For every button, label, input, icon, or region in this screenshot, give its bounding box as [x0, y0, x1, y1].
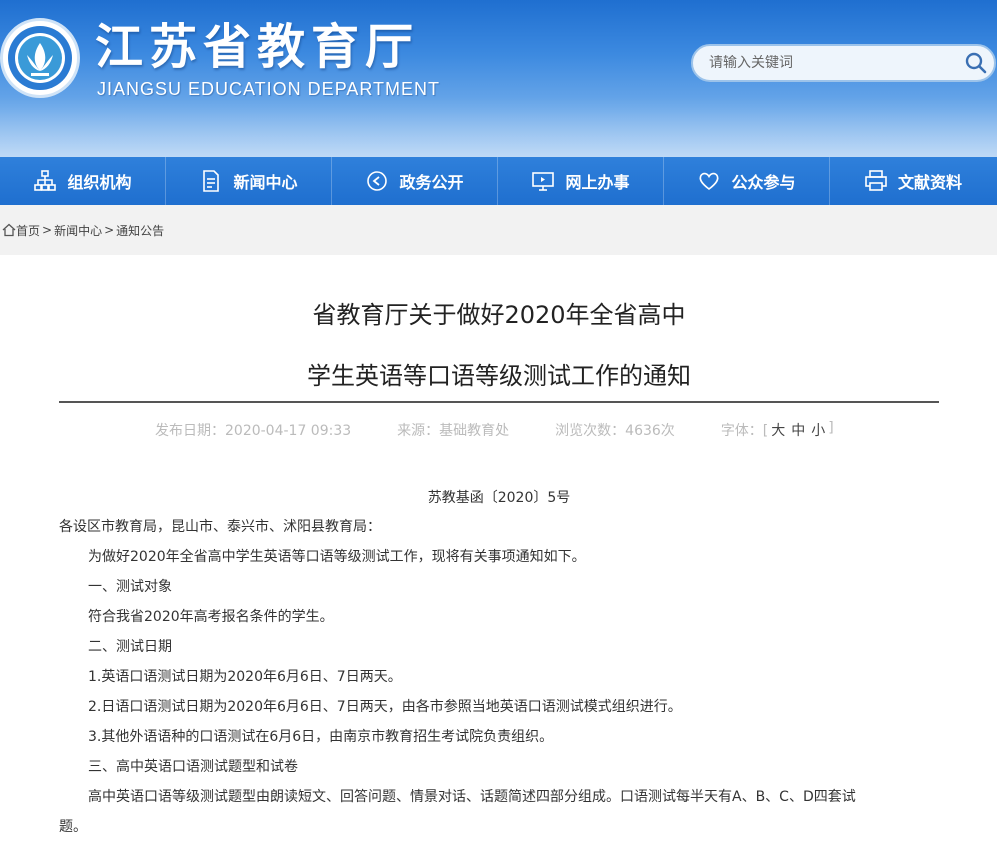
article-body: 各设区市教育局，昆山市、泰兴市、沭阳县教育局： 为做好2020年全省高中学生英语… [59, 512, 939, 842]
nav-label: 网上办事 [565, 173, 630, 192]
body-paragraph: 1.英语口语测试日期为2020年6月6日、7日两天。 [88, 669, 402, 685]
breadcrumb-notice[interactable]: 通知公告 [116, 222, 164, 239]
nav-label: 政务公开 [399, 173, 464, 192]
font-size-large-button[interactable]: 大 [768, 420, 788, 440]
breadcrumb-separator: > [42, 223, 53, 237]
document-icon [199, 169, 223, 193]
article-title-line2: 学生英语等口语等级测试工作的通知 [307, 362, 691, 390]
nav-label: 公众参与 [731, 173, 796, 192]
nav-item-online-services[interactable]: 网上办事 [498, 157, 664, 205]
printer-icon [864, 169, 888, 193]
article-title-line1: 省教育厅关于做好2020年全省高中 [312, 301, 686, 329]
nav-item-literature[interactable]: 文献资料 [830, 157, 996, 205]
logo-emblem-icon[interactable] [0, 18, 80, 98]
breadcrumb-home[interactable]: 首页 [16, 222, 40, 239]
search-icon [965, 52, 987, 74]
breadcrumb: 首页 > 新闻中心 > 通知公告 [0, 205, 997, 255]
main-nav: 组织机构 新闻中心 政务公开 网上办事 公众参与 文献资料 [0, 157, 997, 205]
meta-font-label: 字体：[ [720, 423, 769, 439]
nav-item-government-affairs[interactable]: 政务公开 [332, 157, 498, 205]
site-header: 江苏省教育厅 JIANGSU EDUCATION DEPARTMENT [0, 0, 997, 157]
meta-date: 发布日期：2020-04-17 09:33 [155, 423, 352, 439]
org-chart-icon [33, 169, 57, 193]
meta-views: 浏览次数：4636次 [555, 423, 675, 439]
body-paragraph: 二、测试日期 [88, 639, 172, 655]
font-size-medium-button[interactable]: 中 [788, 420, 808, 440]
meta-source: 来源：基础教育处 [397, 423, 510, 439]
nav-item-public-participation[interactable]: 公众参与 [664, 157, 830, 205]
site-title-cn[interactable]: 江苏省教育厅 [95, 18, 419, 76]
article-meta: 发布日期：2020-04-17 09:33 来源：基础教育处 浏览次数：4636… [155, 420, 834, 440]
body-paragraph: 高中英语口语等级测试题型由朗读短文、回答问题、情景对话、话题简述四部分组成。口语… [88, 789, 856, 805]
search-box [691, 44, 996, 82]
home-icon [2, 223, 16, 237]
site-title-en: JIANGSU EDUCATION DEPARTMENT [97, 79, 441, 99]
body-paragraph: 三、高中英语口语测试题型和试卷 [88, 759, 298, 775]
search-input[interactable] [693, 55, 958, 71]
meta-font-end: ] [828, 420, 834, 436]
body-paragraph: 各设区市教育局，昆山市、泰兴市、沭阳县教育局： [59, 519, 381, 535]
monitor-icon [531, 169, 555, 193]
document-number: 苏教基函〔2020〕5号 [427, 490, 571, 506]
nav-label: 文献资料 [897, 173, 962, 192]
play-circle-icon [365, 169, 389, 193]
body-paragraph: 2.日语口语测试日期为2020年6月6日、7日两天，由各市参照当地英语口语测试模… [88, 699, 682, 715]
body-paragraph: 3.其他外语语种的口语测试在6月6日，由南京市教育招生考试院负责组织。 [88, 729, 554, 745]
emblem-graphic [8, 26, 72, 90]
heart-icon [697, 169, 721, 193]
nav-item-news[interactable]: 新闻中心 [166, 157, 332, 205]
nav-label: 组织机构 [67, 173, 132, 192]
body-paragraph: 符合我省2020年高考报名条件的学生。 [88, 609, 334, 625]
body-paragraph: 为做好2020年全省高中学生英语等口语等级测试工作，现将有关事项通知如下。 [88, 549, 586, 565]
body-paragraph: 题。 [59, 819, 87, 835]
title-divider [59, 401, 939, 403]
breadcrumb-separator: > [104, 223, 115, 237]
search-button[interactable] [958, 46, 994, 80]
font-size-small-button[interactable]: 小 [808, 420, 828, 440]
nav-label: 新闻中心 [233, 173, 298, 192]
nav-item-organization[interactable]: 组织机构 [0, 157, 166, 205]
breadcrumb-news[interactable]: 新闻中心 [54, 222, 102, 239]
body-paragraph: 一、测试对象 [88, 579, 172, 595]
